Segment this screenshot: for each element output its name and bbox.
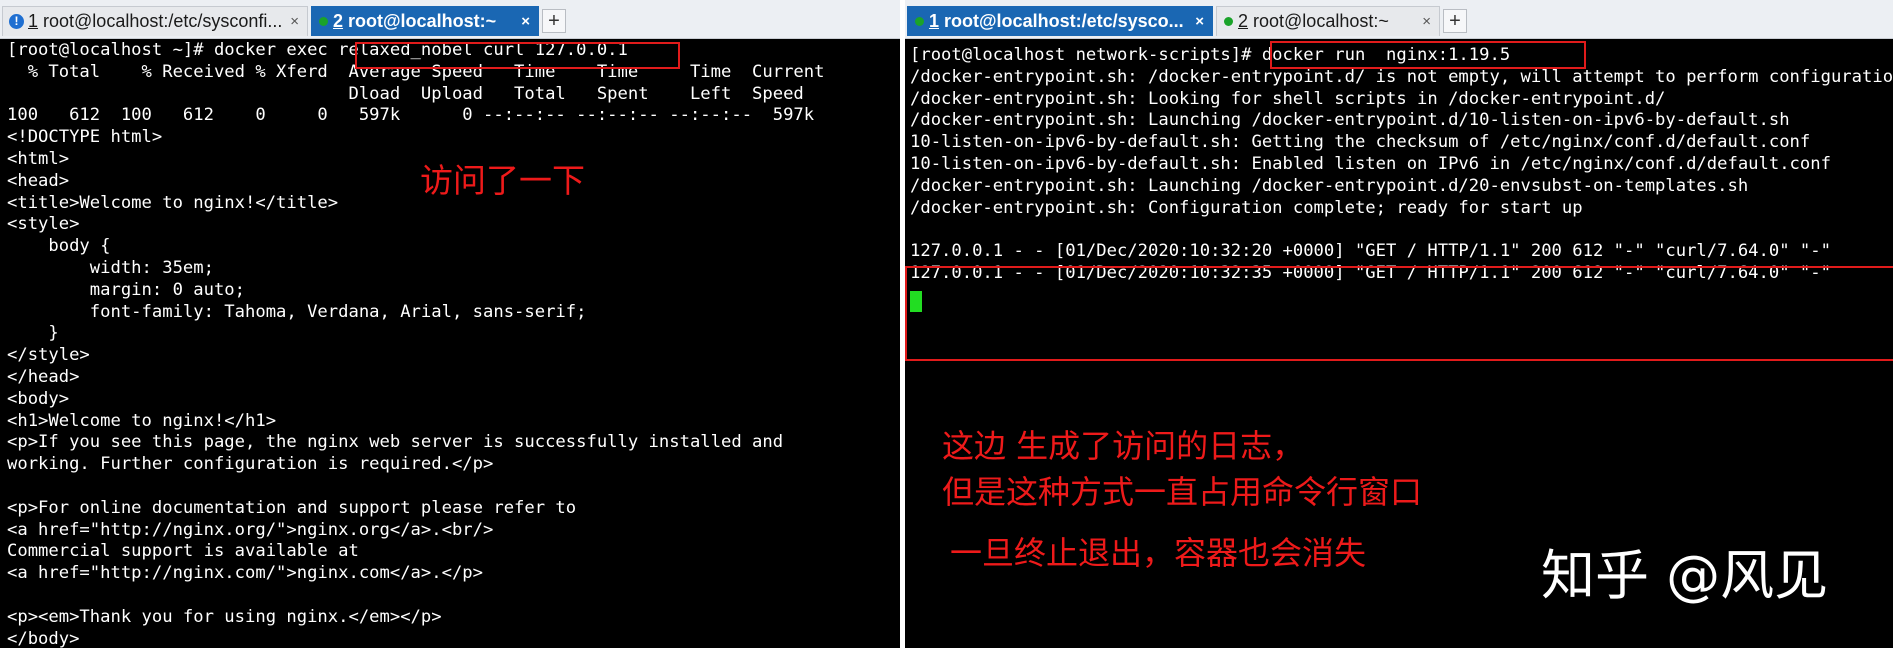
tab-number: 1: [929, 11, 940, 31]
terminal-line: <a href="http://nginx.org/">nginx.org</a…: [7, 519, 494, 540]
tab-title: root@localhost:~: [1253, 11, 1389, 31]
tab-number: 2: [1238, 11, 1249, 31]
terminal-line: working. Further configuration is requir…: [7, 454, 494, 475]
annotation-right-note-3: 一旦终止退出，容器也会消失: [950, 534, 1367, 572]
log-highlight-box: [905, 266, 1893, 361]
connected-dot-icon: [319, 17, 328, 26]
command-highlight-box: [1270, 41, 1586, 69]
terminal-line: Dload Upload Total Spent Left Speed: [7, 83, 804, 104]
connected-dot-icon: [915, 17, 924, 26]
terminal-line: <h1>Welcome to nginx!</h1>: [7, 410, 277, 431]
terminal-line: 127.0.0.1 - - [01/Dec/2020:10:32:20 +000…: [910, 241, 1831, 262]
terminal-line: <a href="http://nginx.com/">nginx.com</a…: [7, 563, 483, 584]
terminal-line: <style>: [7, 214, 80, 235]
right-tab-bar: 1 root@localhost:/etc/sysco... × 2 root@…: [905, 0, 1893, 39]
annotation-left-note: 访问了一下: [420, 161, 585, 200]
new-tab-button[interactable]: +: [542, 9, 566, 33]
annotation-right-note-2: 但是这种方式一直占用命令行窗口: [942, 473, 1423, 511]
tab-number: 2: [333, 11, 344, 31]
terminal-line: 100 612 100 612 0 0 597k 0 --:--:-- --:-…: [7, 105, 815, 126]
command-highlight-box: [355, 42, 680, 69]
close-icon[interactable]: ×: [521, 13, 530, 30]
terminal-line: /docker-entrypoint.sh: Looking for shell…: [910, 88, 1666, 109]
close-icon[interactable]: ×: [1195, 13, 1204, 30]
warning-icon: !: [9, 14, 24, 29]
tab-number: 1: [28, 11, 39, 31]
terminal-line: </style>: [7, 345, 90, 366]
terminal-line: </body>: [7, 628, 80, 648]
right-terminal-pane[interactable]: 1 root@localhost:/etc/sysco... × 2 root@…: [905, 0, 1893, 648]
left-terminal-pane[interactable]: ! 1 root@localhost:/etc/sysconfi... × 2 …: [0, 0, 900, 648]
terminal-line: width: 35em;: [7, 257, 214, 278]
tab-left-2[interactable]: 2 root@localhost:~ ×: [311, 6, 539, 36]
terminal-line: /docker-entrypoint.sh: Launching /docker…: [910, 110, 1790, 131]
tab-title: root@localhost:~: [348, 11, 497, 31]
close-icon[interactable]: ×: [290, 13, 299, 30]
annotation-right-note-1: 这边 生成了访问的日志，: [942, 427, 1305, 465]
terminal-line: </head>: [7, 366, 80, 387]
terminal-line: Commercial support is available at: [7, 541, 359, 562]
tab-right-2[interactable]: 2 root@localhost:~ ×: [1216, 6, 1440, 36]
terminal-line: <p>For online documentation and support …: [7, 497, 577, 518]
terminal-line: <p>If you see this page, the nginx web s…: [7, 432, 784, 453]
terminal-line: /docker-entrypoint.sh: Configuration com…: [910, 197, 1583, 218]
terminal-line: font-family: Tahoma, Verdana, Arial, san…: [7, 301, 587, 322]
terminal-line: 10-listen-on-ipv6-by-default.sh: Getting…: [910, 132, 1811, 153]
new-tab-button[interactable]: +: [1443, 9, 1467, 33]
terminal-line: /docker-entrypoint.sh: Launching /docker…: [910, 175, 1749, 196]
terminal-line: body {: [7, 236, 111, 257]
left-terminal-output[interactable]: [root@localhost ~]# docker exec relaxed_…: [7, 40, 900, 648]
close-icon[interactable]: ×: [1422, 13, 1431, 30]
tab-left-1[interactable]: ! 1 root@localhost:/etc/sysconfi... ×: [2, 6, 308, 36]
terminal-line: margin: 0 auto;: [7, 279, 245, 300]
terminal-line: <!DOCTYPE html>: [7, 127, 163, 148]
terminal-line: }: [7, 323, 59, 344]
zhihu-watermark: 知乎 @风见: [1541, 544, 1829, 607]
terminal-line: 10-listen-on-ipv6-by-default.sh: Enabled…: [910, 153, 1831, 174]
terminal-line: <body>: [7, 388, 70, 409]
tab-right-1[interactable]: 1 root@localhost:/etc/sysco... ×: [907, 6, 1213, 36]
tab-title: root@localhost:/etc/sysco...: [944, 11, 1184, 31]
terminal-line: /docker-entrypoint.sh: /docker-entrypoin…: [910, 66, 1893, 87]
terminal-line: <p><em>Thank you for using nginx.</em></…: [7, 606, 442, 627]
connected-dot-icon: [1224, 17, 1233, 26]
left-tab-bar: ! 1 root@localhost:/etc/sysconfi... × 2 …: [0, 0, 900, 39]
tab-title: root@localhost:/etc/sysconfi...: [43, 11, 283, 31]
